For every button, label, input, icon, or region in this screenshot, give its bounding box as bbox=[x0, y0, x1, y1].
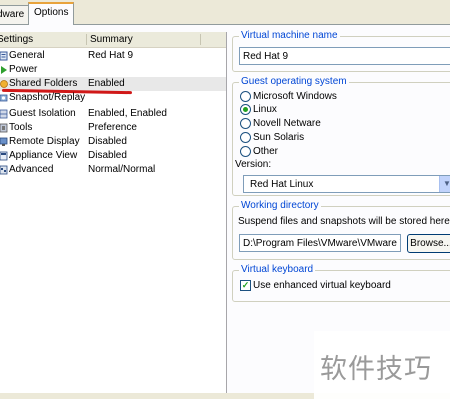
watermark: 软件技巧 bbox=[314, 331, 450, 399]
version-label: Version: bbox=[235, 159, 272, 170]
working-directory-group: Working directory Suspend files and snap… bbox=[232, 200, 450, 260]
settings-row-name: General bbox=[9, 50, 45, 61]
column-header-summary[interactable]: Summary bbox=[90, 33, 133, 46]
settings-row-guest-isolation[interactable]: Guest Isolation Enabled, Enabled bbox=[0, 107, 226, 121]
version-select-value: Red Hat Linux bbox=[250, 179, 314, 190]
settings-row-snapshot-replay[interactable]: Snapshot/Replay bbox=[0, 91, 226, 105]
tab-strip: dware Options bbox=[0, 0, 450, 26]
watermark-text: 软件技巧 bbox=[320, 354, 432, 385]
settings-row-summary: Normal/Normal bbox=[88, 164, 156, 175]
radio-button[interactable] bbox=[240, 104, 251, 115]
settings-row-name: Power bbox=[9, 64, 38, 75]
shared-folders-icon bbox=[0, 79, 8, 89]
settings-row-name: Tools bbox=[9, 122, 33, 133]
settings-list: Settings Summary General Red Hat 9 Power… bbox=[0, 32, 227, 399]
radio-button[interactable] bbox=[240, 118, 251, 129]
settings-row-summary: Preference bbox=[88, 122, 137, 133]
radio-button[interactable] bbox=[240, 132, 251, 143]
working-directory-description: Suspend files and snapshots will be stor… bbox=[238, 216, 450, 227]
appliance-view-icon bbox=[0, 151, 8, 161]
settings-row-name: Guest Isolation bbox=[9, 108, 76, 119]
version-select[interactable]: Red Hat Linux ▼ bbox=[243, 175, 450, 193]
settings-row-advanced[interactable]: Advanced Normal/Normal bbox=[0, 163, 226, 177]
advanced-icon bbox=[0, 165, 8, 175]
settings-row-remote-display[interactable]: Remote Display Disabled bbox=[0, 135, 226, 149]
working-directory-input[interactable]: D:\Program Files\VMware\VMware W bbox=[239, 234, 401, 252]
tab-hardware[interactable]: dware bbox=[0, 5, 31, 24]
column-header-settings[interactable]: Settings bbox=[0, 33, 33, 46]
radio-button[interactable] bbox=[240, 91, 251, 102]
general-icon bbox=[0, 51, 8, 61]
radio-label: Novell Netware bbox=[253, 118, 321, 129]
tab-options[interactable]: Options bbox=[28, 2, 75, 26]
virtual-keyboard-group: Virtual keyboard ✓ Use enhanced virtual … bbox=[232, 264, 450, 302]
settings-row-summary: Disabled bbox=[88, 150, 127, 161]
guest-os-legend: Guest operating system bbox=[239, 76, 349, 88]
browse-button[interactable]: Browse... bbox=[407, 234, 450, 253]
remote-display-icon bbox=[0, 137, 8, 147]
radio-label: Sun Solaris bbox=[253, 132, 305, 143]
settings-row-summary: Disabled bbox=[88, 136, 127, 147]
settings-row-name: Remote Display bbox=[9, 136, 80, 147]
settings-row-name: Advanced bbox=[9, 164, 54, 175]
column-divider[interactable] bbox=[86, 34, 87, 45]
settings-row-summary: Enabled, Enabled bbox=[88, 108, 167, 119]
radio-label: Linux bbox=[253, 104, 277, 115]
radio-label: Other bbox=[253, 146, 279, 157]
checkbox[interactable]: ✓ bbox=[240, 280, 251, 291]
tools-icon bbox=[0, 123, 8, 133]
settings-list-header: Settings Summary bbox=[0, 32, 226, 48]
vm-name-group: Virtual machine name Red Hat 9 bbox=[232, 30, 450, 72]
settings-row-name: Snapshot/Replay bbox=[9, 92, 86, 103]
virtual-keyboard-legend: Virtual keyboard bbox=[239, 264, 316, 276]
settings-row-general[interactable]: General Red Hat 9 bbox=[0, 49, 226, 63]
guest-isolation-icon bbox=[0, 109, 8, 119]
column-divider[interactable] bbox=[200, 34, 201, 45]
settings-row-power[interactable]: Power bbox=[0, 63, 226, 77]
power-icon bbox=[0, 65, 8, 75]
chevron-down-icon[interactable]: ▼ bbox=[439, 176, 450, 192]
radio-button[interactable] bbox=[240, 146, 251, 157]
radio-label: Microsoft Windows bbox=[253, 91, 337, 102]
snapshot-icon bbox=[0, 93, 8, 103]
settings-row-tools[interactable]: Tools Preference bbox=[0, 121, 226, 135]
working-directory-legend: Working directory bbox=[239, 200, 321, 212]
checkbox-label: Use enhanced virtual keyboard bbox=[253, 280, 391, 291]
vm-name-input[interactable]: Red Hat 9 bbox=[239, 47, 450, 65]
settings-row-summary: Red Hat 9 bbox=[88, 50, 134, 61]
settings-row-summary: Enabled bbox=[88, 78, 125, 89]
settings-row-name: Appliance View bbox=[9, 150, 78, 161]
guest-os-group: Guest operating system Microsoft Windows… bbox=[232, 76, 450, 196]
vm-name-legend: Virtual machine name bbox=[239, 30, 340, 42]
settings-row-appliance-view[interactable]: Appliance View Disabled bbox=[0, 149, 226, 163]
